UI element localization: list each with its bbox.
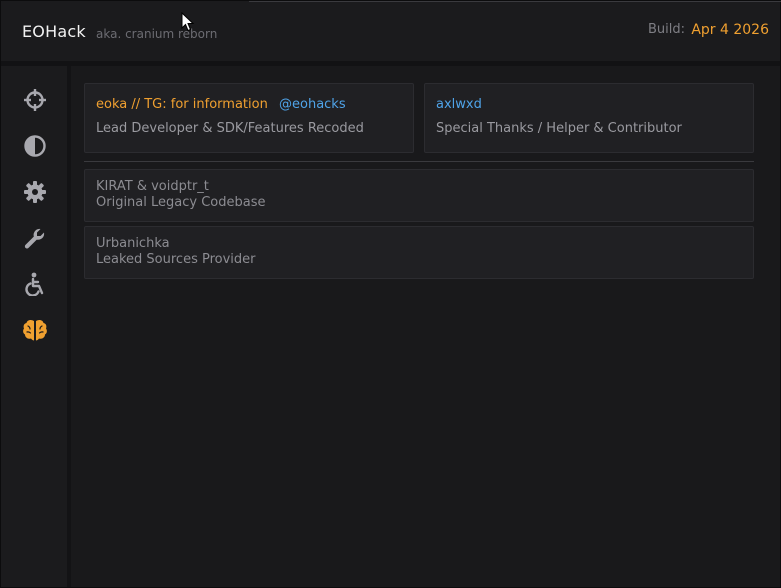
- credit-role-legacy: Original Legacy Codebase: [96, 195, 266, 210]
- credit-name-lead: eoka // TG: for information: [96, 97, 268, 112]
- credit-card-helper: axlwxd Special Thanks / Helper & Contrib…: [424, 83, 754, 153]
- sidebar-item-settings[interactable]: [22, 179, 48, 205]
- credit-role-leaks: Leaked Sources Provider: [96, 252, 256, 267]
- app-subtitle: aka. cranium reborn: [96, 27, 218, 41]
- credit-card-leaks: Urbanichka Leaked Sources Provider: [84, 226, 754, 279]
- credit-card-legacy: KIRAT & voidptr_t Original Legacy Codeba…: [84, 169, 754, 222]
- title-bar: EOHack aka. cranium reborn Build: Apr 4 …: [1, 1, 781, 61]
- build-label: Build:: [647, 22, 685, 37]
- accessibility-icon: [25, 272, 44, 296]
- contrast-icon: [24, 135, 46, 157]
- credit-role-helper: Special Thanks / Helper & Contributor: [436, 121, 682, 136]
- wrench-icon: [24, 228, 45, 249]
- sidebar-item-credits[interactable]: [22, 317, 48, 343]
- credits-separator: [84, 161, 754, 162]
- mouse-cursor-icon: [181, 12, 195, 32]
- credit-role-lead: Lead Developer & SDK/Features Recoded: [96, 121, 364, 136]
- credit-name-legacy: KIRAT & voidptr_t: [96, 179, 209, 194]
- credit-name-leaks: Urbanichka: [96, 236, 170, 251]
- brain-icon: [23, 319, 47, 341]
- credit-handle-link[interactable]: @eohacks: [279, 97, 346, 112]
- sidebar-item-visuals[interactable]: [22, 133, 48, 159]
- sidebar-item-misc[interactable]: [22, 225, 48, 251]
- credit-name-helper: axlwxd: [436, 97, 482, 112]
- app-title: EOHack: [22, 22, 86, 41]
- sidebar-item-aimbot[interactable]: [22, 87, 48, 113]
- build-value: Apr 4 2026: [691, 22, 769, 38]
- top-accent-line: [249, 1, 781, 2]
- gear-icon: [24, 181, 46, 203]
- credit-card-lead: eoka // TG: for information @eohacks Lea…: [84, 83, 414, 153]
- crosshair-icon: [24, 89, 46, 111]
- sidebar-item-accessibility[interactable]: [22, 271, 48, 297]
- app-window: EOHack aka. cranium reborn Build: Apr 4 …: [0, 0, 781, 588]
